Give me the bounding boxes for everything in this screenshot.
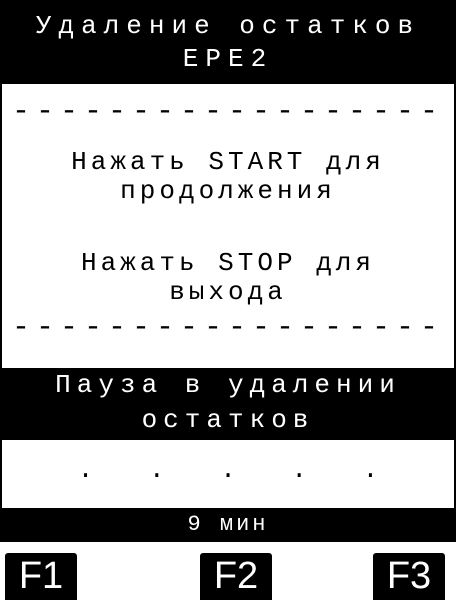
title-bar: Удаление остатков EPE2 <box>2 0 454 84</box>
timer-text: 9 мин <box>187 512 269 537</box>
start-instruction-line-2: продолжения <box>120 176 336 206</box>
stop-instruction-line-2: выхода <box>169 277 287 307</box>
start-instruction-line-1: Нажать START для <box>71 147 385 177</box>
separator-bottom: ------------------ <box>11 311 445 345</box>
f1-button[interactable]: F1 <box>5 553 77 600</box>
stop-instruction-line-1: Нажать STOP для <box>80 248 376 278</box>
status-line-2: остатков <box>141 405 315 435</box>
separator-top: ------------------ <box>11 95 445 129</box>
display-screen: Удаление остатков EPE2 -----------------… <box>0 0 456 542</box>
status-bar: Пауза в удалении остатков <box>2 368 454 440</box>
f2-button[interactable]: F2 <box>200 553 272 600</box>
title-line-2: EPE2 <box>182 44 274 74</box>
status-line-1: Пауза в удалении <box>55 370 401 400</box>
title-line-1: Удаление остатков <box>35 11 421 41</box>
timer-bar: 9 мин <box>2 508 454 542</box>
f3-button[interactable]: F3 <box>373 553 445 600</box>
progress-dots: . . . . . <box>77 455 399 485</box>
